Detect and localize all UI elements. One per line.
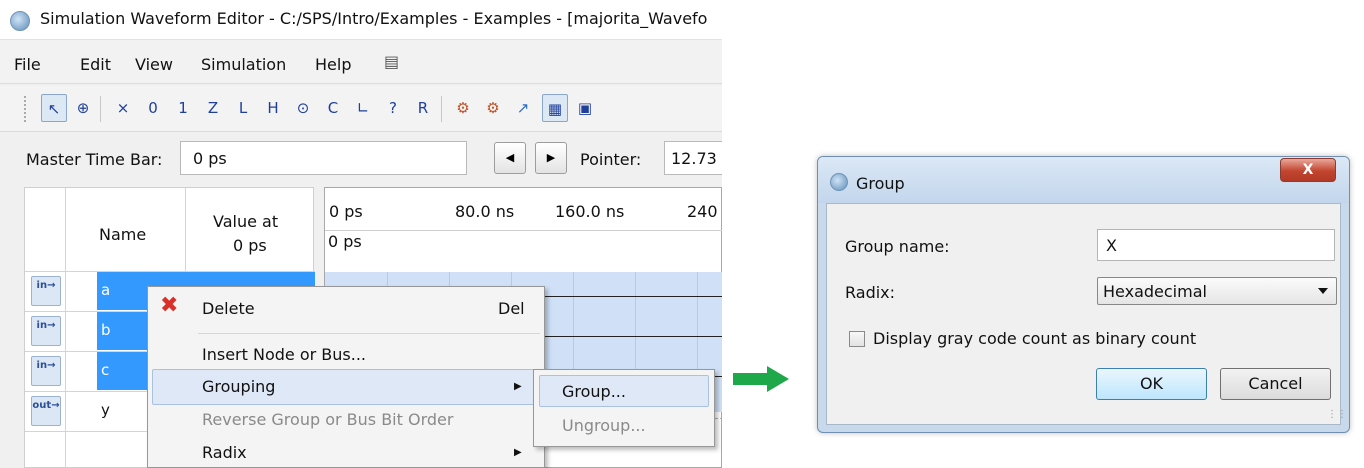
toolbar: ↖ ⊕ ⨯ 0 1 Z L H ⊙ C ∟ ? R ⚙ ⚙ ↗ ▦ ▣ bbox=[0, 86, 722, 132]
group-name-label: Group name: bbox=[845, 237, 950, 256]
waveform-editor-window: Simulation Waveform Editor - C:/SPS/Intr… bbox=[0, 0, 722, 468]
group-name-input[interactable] bbox=[1097, 229, 1335, 261]
pointer-label: Pointer: bbox=[580, 150, 642, 169]
radix-select[interactable]: Hexadecimal bbox=[1097, 277, 1337, 305]
waveform-compare-icon[interactable]: ▣ bbox=[572, 94, 598, 122]
master-time-bar-field[interactable] bbox=[180, 141, 467, 175]
menu-item-grouping[interactable]: Grouping bbox=[202, 377, 275, 396]
chevron-down-icon bbox=[1318, 288, 1328, 294]
dont-care-value-icon[interactable]: ⨯ bbox=[110, 94, 136, 122]
radix-label: Radix: bbox=[845, 283, 896, 302]
invert-value-icon[interactable]: ⊙ bbox=[290, 94, 316, 122]
master-time-bar-label: Master Time Bar: bbox=[26, 150, 163, 169]
weak-low-icon[interactable]: L bbox=[230, 94, 256, 122]
output-pin-icon: out→ bbox=[31, 396, 61, 426]
pointer-field[interactable] bbox=[664, 141, 722, 175]
time-tick-label: 0 ps bbox=[329, 202, 363, 221]
window-title: Simulation Waveform Editor - C:/SPS/Intr… bbox=[40, 9, 708, 28]
value-column-header-time: 0 ps bbox=[233, 236, 267, 255]
menu-item-insert-node[interactable]: Insert Node or Bus... bbox=[202, 345, 366, 364]
weak-high-icon[interactable]: H bbox=[260, 94, 286, 122]
menu-file[interactable]: File bbox=[14, 55, 41, 74]
green-arrow-icon bbox=[733, 366, 789, 392]
context-menu: ✖ Delete Del Insert Node or Bus... Group… bbox=[147, 286, 545, 468]
toolbar-separator bbox=[441, 96, 442, 122]
cursor-time-label: 0 ps bbox=[328, 232, 362, 251]
title-bar: Simulation Waveform Editor - C:/SPS/Intr… bbox=[0, 0, 722, 40]
count-value-icon[interactable]: C bbox=[320, 94, 346, 122]
time-tick-label: 240 bbox=[687, 202, 718, 221]
time-tick-label: 160.0 ns bbox=[555, 202, 625, 221]
radix-selected-value: Hexadecimal bbox=[1103, 282, 1207, 301]
menu-item-delete[interactable]: Delete bbox=[202, 299, 255, 318]
dialog-body: Group name: Radix: Hexadecimal Display g… bbox=[826, 203, 1347, 425]
snap-to-grid-icon[interactable]: ▦ bbox=[542, 94, 568, 122]
selection-tool-icon[interactable]: ↖ bbox=[41, 94, 67, 122]
time-tick-label: 80.0 ns bbox=[455, 202, 515, 221]
next-transition-button[interactable]: ▶ bbox=[535, 142, 567, 174]
submenu-item-group[interactable]: Group... bbox=[562, 382, 626, 401]
close-button[interactable]: X bbox=[1280, 158, 1336, 182]
input-pin-icon: in→ bbox=[31, 356, 61, 386]
cancel-button[interactable]: Cancel bbox=[1220, 368, 1331, 400]
overwrite-clock-icon[interactable]: ∟ bbox=[350, 94, 376, 122]
group-dialog: Group X Group name: Radix: Hexadecimal D… bbox=[817, 156, 1350, 433]
feedback-icon[interactable]: ▤ bbox=[384, 52, 399, 71]
previous-transition-button[interactable]: ◀ bbox=[494, 142, 526, 174]
dialog-title: Group bbox=[856, 174, 905, 193]
run-timing-simulation-icon[interactable]: ⚙ bbox=[480, 94, 506, 122]
menu-item-radix[interactable]: Radix bbox=[202, 443, 247, 462]
menu-edit[interactable]: Edit bbox=[80, 55, 111, 74]
zoom-tool-icon[interactable]: ⊕ bbox=[70, 94, 96, 122]
random-values-icon[interactable]: R bbox=[410, 94, 436, 122]
submenu-arrow-icon: ▶ bbox=[514, 447, 522, 458]
input-pin-icon: in→ bbox=[31, 316, 61, 346]
forcing-high-icon[interactable]: 1 bbox=[170, 94, 196, 122]
forcing-low-icon[interactable]: 0 bbox=[140, 94, 166, 122]
run-functional-simulation-icon[interactable]: ⚙ bbox=[450, 94, 476, 122]
menu-item-reverse-order: Reverse Group or Bus Bit Order bbox=[202, 410, 454, 429]
menu-simulation[interactable]: Simulation bbox=[201, 55, 286, 74]
toolbar-grip[interactable] bbox=[24, 96, 28, 122]
generate-netlist-icon[interactable]: ↗ bbox=[510, 94, 536, 122]
gray-code-checkbox[interactable] bbox=[849, 331, 865, 347]
menu-bar: File Edit View Simulation Help ▤ bbox=[0, 40, 722, 84]
submenu-item-ungroup: Ungroup... bbox=[562, 416, 646, 435]
arbitrary-value-icon[interactable]: ? bbox=[380, 94, 406, 122]
name-column-header[interactable]: Name bbox=[99, 225, 146, 244]
gray-code-label[interactable]: Display gray code count as binary count bbox=[873, 329, 1196, 348]
column-divider bbox=[65, 188, 66, 468]
input-pin-icon: in→ bbox=[31, 276, 61, 306]
menu-help[interactable]: Help bbox=[315, 55, 351, 74]
dialog-title-bar[interactable]: Group X bbox=[818, 157, 1349, 203]
menu-view[interactable]: View bbox=[135, 55, 173, 74]
delete-icon: ✖ bbox=[160, 293, 179, 318]
submenu-arrow-icon: ▶ bbox=[514, 381, 522, 392]
menu-separator bbox=[198, 333, 540, 334]
delete-shortcut: Del bbox=[498, 299, 525, 318]
value-column-header[interactable]: Value at bbox=[213, 212, 278, 231]
high-impedance-icon[interactable]: Z bbox=[200, 94, 226, 122]
app-icon bbox=[830, 173, 848, 191]
app-icon bbox=[10, 11, 30, 31]
grouping-submenu: Group... Ungroup... bbox=[533, 369, 715, 447]
time-ruler-divider bbox=[325, 230, 722, 231]
ok-button[interactable]: OK bbox=[1096, 368, 1207, 400]
toolbar-separator bbox=[100, 96, 101, 122]
resize-grip-icon[interactable]: ⋮⋮ bbox=[1327, 409, 1347, 420]
